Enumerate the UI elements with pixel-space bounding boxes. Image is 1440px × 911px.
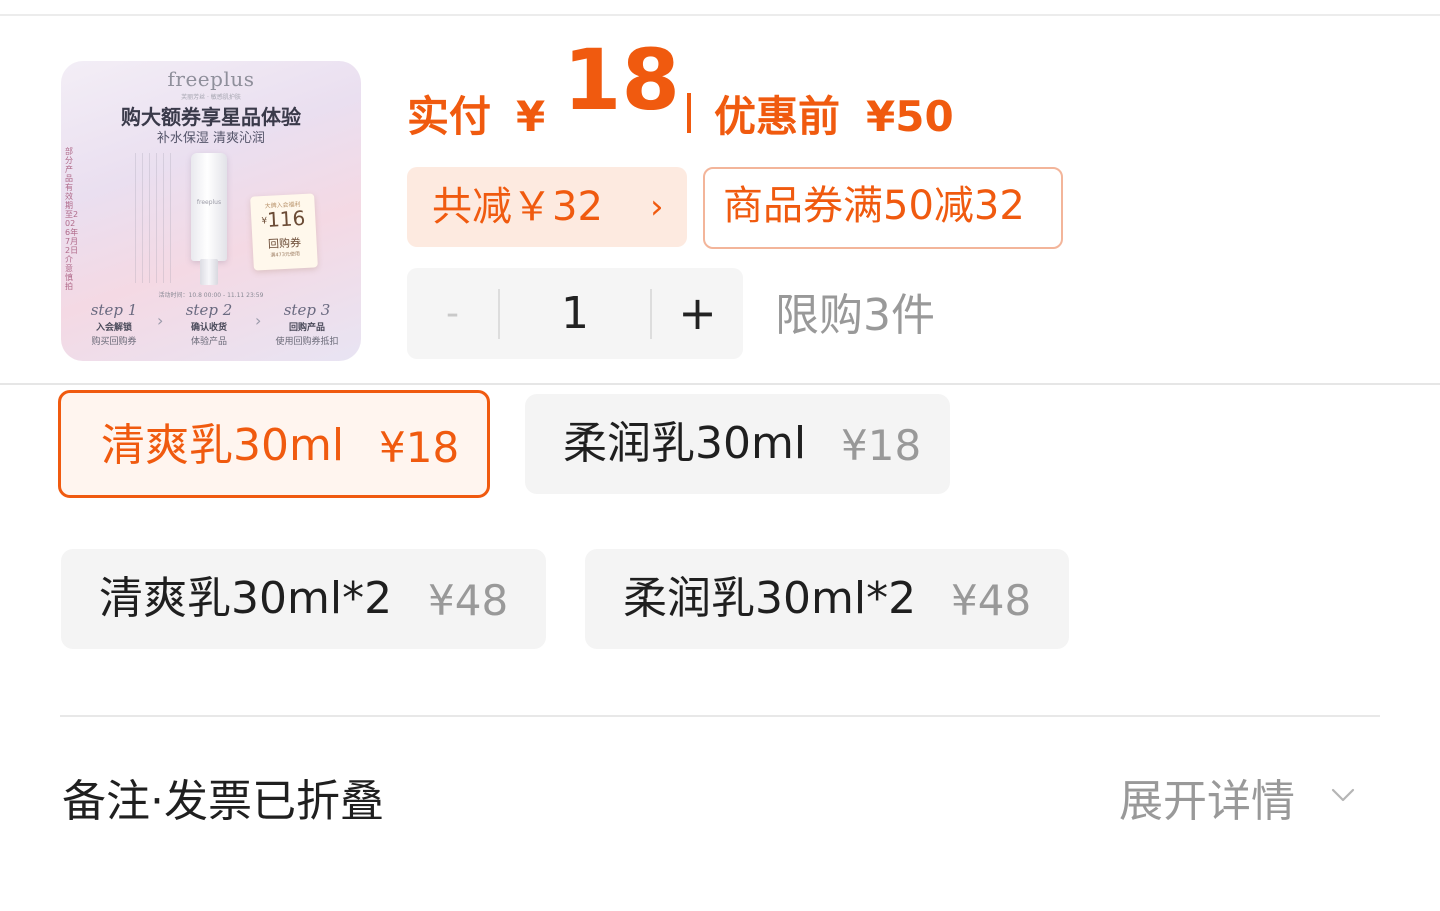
increment-button[interactable]: + — [652, 268, 743, 359]
poster-step-title: 确认收货 — [190, 323, 227, 333]
product-bottle-cap — [200, 259, 218, 285]
poster-step-3: step 3 回购产品 使用回购券抵扣 — [262, 301, 352, 347]
step-arrow-icon: › — [157, 311, 164, 330]
final-price-value: 18 — [563, 31, 680, 129]
expand-details-button[interactable]: 展开详情 — [1119, 775, 1295, 829]
coupon-chip: 商品券满50减32 — [703, 167, 1063, 249]
poster-steps: step 1 入会解锁 购买回购券 › step 2 确认收货 体验产品 › s… — [61, 297, 361, 361]
price-row: 实付 ¥ 18 优惠前 ¥50 — [407, 31, 1107, 155]
poster-step-2: step 2 确认收货 体验产品 — [164, 301, 254, 347]
sku-name: 柔润乳30ml*2 — [623, 573, 917, 624]
decrement-button[interactable]: - — [407, 268, 498, 359]
chevron-down-icon[interactable] — [1331, 783, 1355, 807]
poster-brand-sub: 芙丽芳丝 · 敏感肌护肤 — [181, 94, 241, 101]
purchase-limit: 限购3件 — [775, 290, 935, 341]
section-divider — [0, 383, 1440, 385]
poster-brand-logo: freeplus — [167, 67, 255, 91]
poster-coupon-card: 大牌入会福利 ¥116 回购券 满473元使用 — [250, 193, 318, 271]
quantity-stepper: - 1 + — [407, 268, 743, 359]
section-divider — [60, 715, 1380, 717]
final-price-label: 实付 — [407, 92, 492, 141]
poster-step-1: step 1 入会解锁 购买回购券 — [69, 301, 159, 347]
poster-step-title: 回购产品 — [288, 323, 325, 333]
chevron-right-icon: › — [650, 187, 664, 227]
original-price-value: ¥50 — [866, 92, 954, 141]
sku-price: ¥18 — [379, 423, 460, 472]
top-divider — [0, 14, 1440, 16]
total-discount-chip[interactable]: 共减￥32 › — [407, 167, 687, 247]
sku-option-refresh-30ml-x2[interactable]: 清爽乳30ml*2 ¥48 — [61, 549, 546, 649]
quantity-input[interactable]: 1 — [500, 268, 650, 359]
poster-step-name: step 1 — [90, 301, 138, 319]
step-arrow-icon: › — [255, 311, 262, 330]
sku-price: ¥48 — [428, 576, 509, 625]
poster-side-text: 部分产品有效期至2026年7月2日 介意慎拍 — [65, 147, 79, 291]
product-bottle — [191, 153, 227, 261]
poster-step-desc: 使用回购券抵扣 — [275, 337, 339, 347]
price-separator — [687, 93, 691, 133]
poster-fine-print — [135, 153, 175, 283]
poster-step-title: 入会解锁 — [95, 323, 132, 333]
sku-name: 柔润乳30ml — [563, 418, 807, 469]
sku-name: 清爽乳30ml — [101, 420, 345, 471]
sku-option-refresh-30ml[interactable]: 清爽乳30ml ¥18 — [58, 390, 490, 498]
notes-invoice-label: 备注·发票已折叠 — [62, 776, 384, 827]
poster-subline: 补水保湿 清爽沁润 — [156, 131, 266, 146]
poster-step-name: step 3 — [283, 301, 331, 319]
poster-step-desc: 体验产品 — [190, 337, 227, 347]
sku-name: 清爽乳30ml*2 — [99, 573, 393, 624]
sku-option-moist-30ml[interactable]: 柔润乳30ml ¥18 — [525, 394, 950, 494]
product-image[interactable]: freeplus 芙丽芳丝 · 敏感肌护肤 购大额券享星品体验 补水保湿 清爽沁… — [61, 61, 361, 361]
poster-headline: 购大额券享星品体验 — [121, 105, 301, 129]
poster-coupon-amount: 116 — [266, 205, 306, 232]
sku-price: ¥18 — [841, 421, 922, 470]
product-bottle-brand: freeplus — [196, 199, 222, 206]
total-discount-label: 共减￥32 — [432, 184, 603, 230]
poster-step-name: step 2 — [185, 301, 233, 319]
original-price-label: 优惠前 — [714, 92, 841, 141]
sku-price: ¥48 — [951, 576, 1032, 625]
poster-coupon-value: ¥116 — [251, 205, 316, 232]
final-price-currency: ¥ — [516, 92, 546, 141]
coupon-label: 商品券满50减32 — [723, 183, 1025, 229]
sku-option-moist-30ml-x2[interactable]: 柔润乳30ml*2 ¥48 — [585, 549, 1069, 649]
poster-step-desc: 购买回购券 — [91, 337, 137, 347]
